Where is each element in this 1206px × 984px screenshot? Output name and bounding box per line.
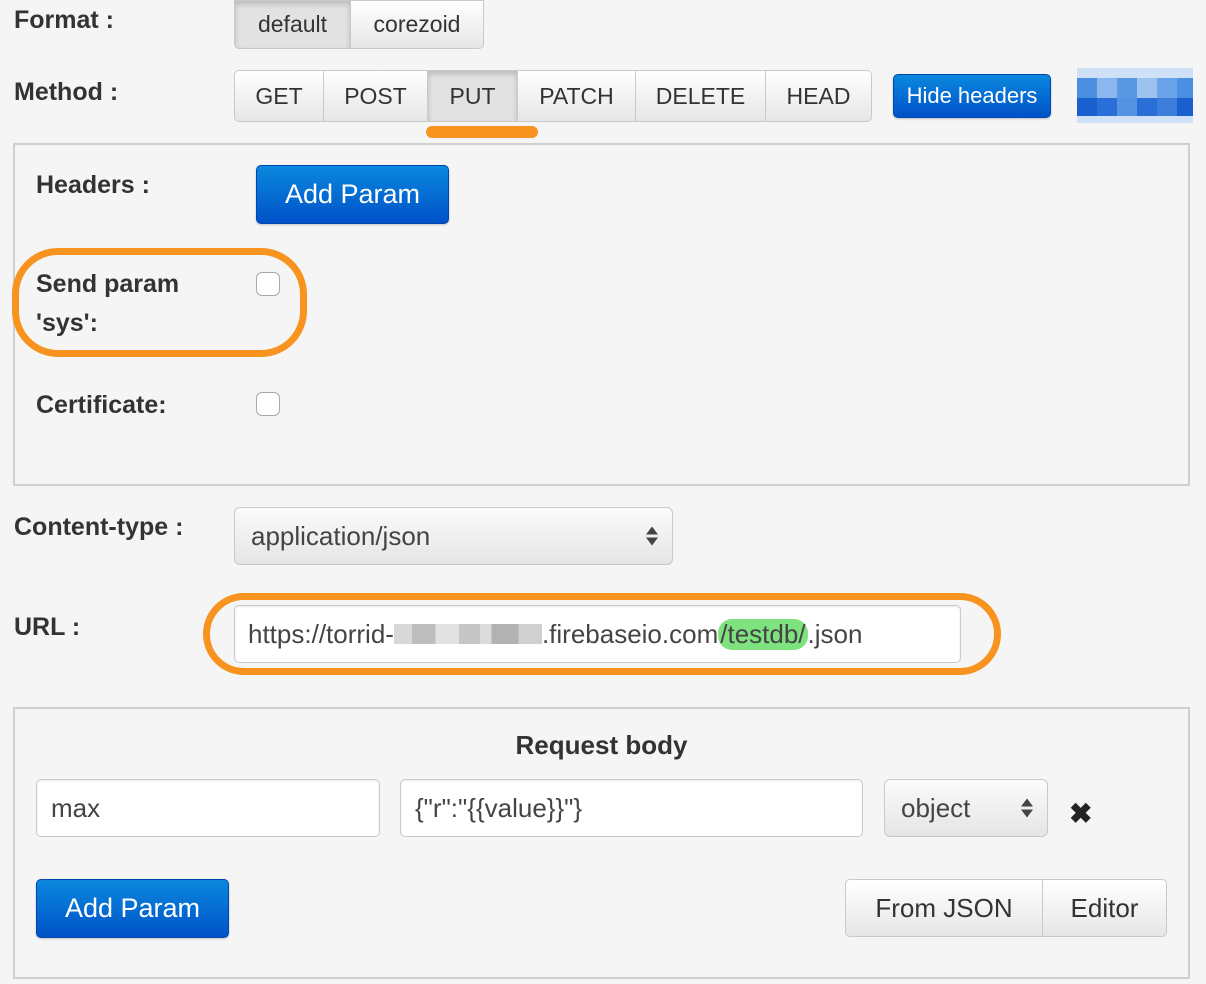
content-type-select[interactable]: application/json xyxy=(234,507,673,565)
url-suffix: .json xyxy=(807,618,863,649)
format-label: Format : xyxy=(14,6,114,34)
url-redacted xyxy=(393,624,542,644)
method-put-button[interactable]: PUT xyxy=(428,70,518,122)
request-body-param-type-select[interactable]: object xyxy=(884,779,1048,837)
format-corezoid-button[interactable]: corezoid xyxy=(351,0,484,49)
format-toggle-group: default corezoid xyxy=(234,0,484,49)
request-body-param-value-input[interactable]: {"r":"{{value}}"} xyxy=(400,779,863,837)
method-patch-button[interactable]: PATCH xyxy=(518,70,636,122)
certificate-checkbox[interactable] xyxy=(256,392,280,416)
editor-button[interactable]: Editor xyxy=(1043,879,1167,937)
send-param-sys-label-line2: 'sys': xyxy=(36,308,98,337)
content-type-value: application/json xyxy=(251,520,431,551)
put-underline-highlight xyxy=(426,126,538,138)
content-type-label: Content-type : xyxy=(14,513,184,541)
request-body-mode-group: From JSON Editor xyxy=(845,879,1167,937)
send-param-sys-label: Send param 'sys': xyxy=(36,265,179,343)
certificate-label: Certificate: xyxy=(36,391,167,419)
headers-label: Headers : xyxy=(36,171,150,199)
method-label: Method : xyxy=(14,78,119,106)
request-body-param-type-value: object xyxy=(901,792,971,823)
url-prefix: https://torrid- xyxy=(248,618,394,649)
method-get-button[interactable]: GET xyxy=(234,70,324,122)
url-label: URL : xyxy=(14,613,81,641)
url-path-highlight: /testdb/ xyxy=(718,618,808,650)
remove-param-close-icon[interactable]: ✖ xyxy=(1069,800,1092,828)
method-delete-button[interactable]: DELETE xyxy=(636,70,766,122)
headers-panel xyxy=(13,143,1190,486)
method-post-button[interactable]: POST xyxy=(324,70,428,122)
url-domain: .firebaseio.com xyxy=(541,618,719,649)
headers-add-param-button[interactable]: Add Param xyxy=(256,165,449,224)
format-default-button[interactable]: default xyxy=(234,0,351,49)
redacted-image xyxy=(1077,68,1193,123)
url-input[interactable]: https://torrid- .firebaseio.com /testdb/… xyxy=(234,605,961,663)
select-arrows-icon xyxy=(646,526,658,546)
request-body-title: Request body xyxy=(515,730,688,760)
from-json-button[interactable]: From JSON xyxy=(845,879,1043,937)
send-param-sys-label-line1: Send param xyxy=(36,270,180,298)
request-body-param-name-input[interactable]: max xyxy=(36,779,380,837)
select-arrows-icon xyxy=(1021,798,1033,818)
hide-headers-button[interactable]: Hide headers xyxy=(893,74,1051,118)
request-body-add-param-button[interactable]: Add Param xyxy=(36,879,229,938)
method-head-button[interactable]: HEAD xyxy=(766,70,872,122)
send-param-sys-checkbox[interactable] xyxy=(256,272,280,296)
method-toggle-group: GET POST PUT PATCH DELETE HEAD xyxy=(234,70,872,122)
